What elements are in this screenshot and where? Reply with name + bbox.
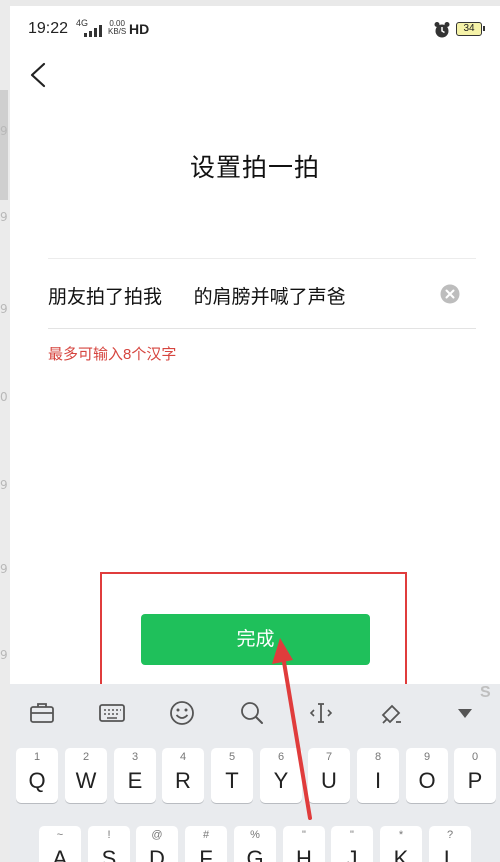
divider <box>48 328 476 329</box>
done-button[interactable]: 完成 <box>141 614 370 665</box>
key-h[interactable]: " H <box>283 826 325 862</box>
key-hint: 0 <box>471 751 479 763</box>
back-button[interactable] <box>24 60 54 90</box>
background-glyph: 9 <box>0 210 8 224</box>
key-label: J <box>346 846 358 862</box>
key-j[interactable]: " J <box>331 826 373 862</box>
background-glyph: 9 <box>0 648 8 662</box>
key-label: Q <box>28 768 46 793</box>
key-label: E <box>127 768 143 793</box>
key-hint: % <box>250 829 260 841</box>
battery-icon: 34 <box>456 22 485 36</box>
keyboard-toolbar: S <box>10 684 500 742</box>
key-d[interactable]: @ D <box>136 826 178 862</box>
key-label: A <box>52 846 68 862</box>
keyboard-icon[interactable] <box>97 698 127 728</box>
toolbox-icon[interactable] <box>27 698 57 728</box>
input-limit-hint: 最多可输入8个汉字 <box>48 346 177 363</box>
pat-text-value[interactable]: 朋友拍了拍我 的肩膀并喊了声爸 <box>48 282 346 309</box>
hd-indicator: HD <box>129 21 150 37</box>
key-f[interactable]: # F <box>185 826 227 862</box>
background-page-strip: 9 9 9 0 9 9 9 <box>0 0 10 862</box>
collapse-icon[interactable] <box>450 698 480 728</box>
search-icon[interactable] <box>237 698 267 728</box>
key-label: R <box>175 768 191 793</box>
key-label: H <box>296 846 312 862</box>
key-q[interactable]: 1Q <box>16 748 58 803</box>
key-label: G <box>246 846 264 862</box>
key-u[interactable]: 7U <box>308 748 350 803</box>
key-label: L <box>443 846 457 862</box>
key-hint: 4 <box>179 751 187 763</box>
key-e[interactable]: 3E <box>114 748 156 803</box>
key-hint: @ <box>151 829 163 841</box>
divider <box>48 258 476 259</box>
key-w[interactable]: 2W <box>65 748 107 803</box>
clear-input-icon[interactable] <box>440 284 460 304</box>
emoji-icon[interactable] <box>167 698 197 728</box>
key-label: O <box>418 768 436 793</box>
key-t[interactable]: 5T <box>211 748 253 803</box>
key-g[interactable]: % G <box>234 826 276 862</box>
key-hint: 3 <box>131 751 139 763</box>
key-label: P <box>467 768 483 793</box>
cursor-icon[interactable] <box>306 698 336 728</box>
key-label: W <box>75 768 97 793</box>
key-k[interactable]: * K <box>380 826 422 862</box>
key-hint: ? <box>446 829 454 841</box>
clear-format-icon[interactable] <box>376 698 406 728</box>
soft-keyboard: S 1Q 2W 3E 4R 5T 6Y 7U 8I 9O 0P ~ A ! S @ D… <box>10 684 500 862</box>
background-glyph: 9 <box>0 124 8 138</box>
key-hint: 8 <box>374 751 382 763</box>
key-hint: 2 <box>82 751 90 763</box>
watermark-logo: S <box>480 684 491 701</box>
background-page-block <box>0 90 8 200</box>
key-hint: " <box>350 829 354 841</box>
key-y[interactable]: 6Y <box>260 748 302 803</box>
top-edge <box>10 0 500 6</box>
key-hint: ! <box>107 829 111 841</box>
key-hint: 9 <box>423 751 431 763</box>
key-hint: # <box>202 829 210 841</box>
key-hint: ~ <box>56 829 64 841</box>
background-glyph: 9 <box>0 302 8 316</box>
key-label: Y <box>273 768 289 793</box>
key-hint: 5 <box>228 751 236 763</box>
page-title: 设置拍一拍 <box>189 154 320 182</box>
key-label: U <box>321 768 337 793</box>
signal-icon <box>84 25 106 37</box>
pat-text-field[interactable]: 朋友拍了拍我 的肩膀并喊了声爸 <box>48 272 476 318</box>
key-label: S <box>101 846 117 862</box>
key-label: T <box>225 768 239 793</box>
key-hint: * <box>398 829 404 841</box>
key-label: D <box>149 846 165 862</box>
background-glyph: 9 <box>0 562 8 576</box>
alarm-icon <box>434 22 450 38</box>
network-speed-unit: KB/S <box>108 27 127 36</box>
key-a[interactable]: ~ A <box>39 826 81 862</box>
background-glyph: 0 <box>0 390 8 404</box>
status-time: 19:22 <box>28 20 69 37</box>
key-s[interactable]: ! S <box>88 826 130 862</box>
key-hint: " <box>302 829 306 841</box>
key-label: K <box>393 846 409 862</box>
key-o[interactable]: 9O <box>406 748 448 803</box>
key-p[interactable]: 0P <box>454 748 496 803</box>
screen: 9 9 9 0 9 9 9 19:22 4G 0.00 KB/S HD 34 设… <box>0 0 500 862</box>
key-label: F <box>199 846 213 862</box>
key-hint: 6 <box>277 751 285 763</box>
key-hint: 7 <box>325 751 333 763</box>
background-glyph: 9 <box>0 478 8 492</box>
status-bar: 19:22 4G 0.00 KB/S HD 34 <box>10 12 500 48</box>
key-i[interactable]: 8I <box>357 748 399 803</box>
key-l[interactable]: ? L <box>429 826 471 862</box>
network-speed: 0.00 KB/S <box>108 20 126 36</box>
key-r[interactable]: 4R <box>162 748 204 803</box>
key-hint: 1 <box>33 751 41 763</box>
key-label: I <box>374 768 382 793</box>
phone-screen: 19:22 4G 0.00 KB/S HD 34 设置拍一拍 朋友拍了拍我 的肩… <box>10 0 500 862</box>
